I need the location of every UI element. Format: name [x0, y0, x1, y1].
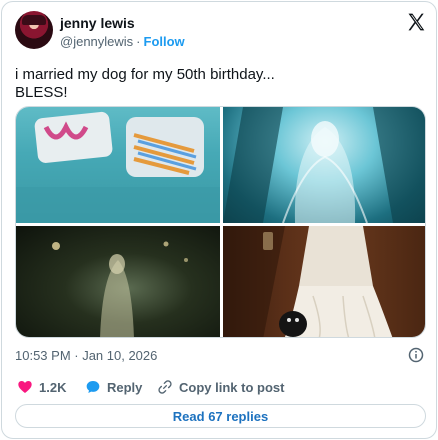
photo-2[interactable]: [223, 107, 425, 223]
media-grid: [15, 106, 426, 338]
photo-4[interactable]: [223, 226, 425, 337]
reply-button[interactable]: Reply: [85, 378, 142, 396]
photo-4-art: [223, 226, 393, 337]
copy-link-button[interactable]: Copy link to post: [157, 378, 284, 396]
author-handle-line: @jennylewis · Follow: [60, 34, 185, 49]
reply-label: Reply: [107, 379, 143, 395]
author-handle[interactable]: @jennylewis: [60, 34, 133, 49]
handle-separator: ·: [136, 34, 141, 49]
avatar[interactable]: [15, 11, 53, 49]
x-logo-icon[interactable]: [406, 12, 426, 32]
avatar-hat: [22, 15, 46, 25]
post-card: jenny lewis @jennylewis · Follow i married…: [1, 1, 437, 439]
like-button[interactable]: 1.2K: [17, 378, 66, 396]
read-replies-button[interactable]: Read 67 replies: [15, 404, 426, 428]
reply-bubble-icon: [86, 381, 100, 393]
tweet-text: i married my dog for my 50th birthday...…: [15, 66, 275, 101]
action-bar: 1.2K Reply Copy link to post: [15, 378, 425, 396]
photo-1[interactable]: [16, 107, 220, 223]
copy-link-label: Copy link to post: [179, 379, 285, 395]
link-icon: [158, 380, 172, 394]
like-count: 1.2K: [39, 379, 67, 395]
heart-icon: [18, 381, 32, 393]
photo-3[interactable]: [16, 226, 220, 337]
author-display-name[interactable]: jenny lewis: [60, 15, 135, 31]
photo-2-art: [223, 107, 425, 223]
photo-3-art: [52, 241, 188, 337]
photo-1-art: [16, 111, 220, 223]
follow-button[interactable]: Follow: [144, 34, 185, 49]
post-timestamp[interactable]: 10:53 PM · Jan 10, 2026: [15, 348, 157, 363]
info-icon[interactable]: [408, 347, 424, 363]
